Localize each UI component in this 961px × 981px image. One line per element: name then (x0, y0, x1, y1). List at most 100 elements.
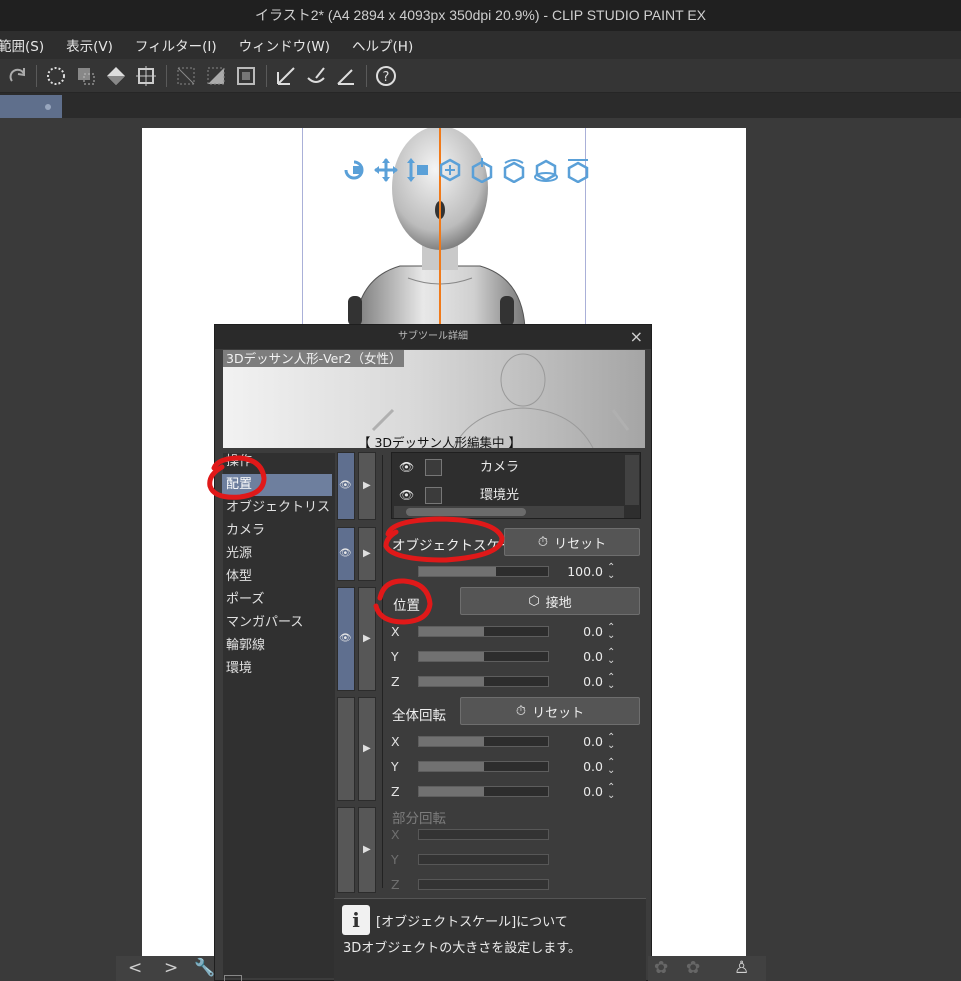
object-rotate-icon[interactable] (498, 155, 530, 185)
help-icon[interactable]: ? (374, 64, 398, 88)
position-label: 位置 (393, 598, 420, 614)
group-visibility-toggle[interactable] (337, 807, 355, 893)
object-scale-slider[interactable] (418, 566, 549, 577)
position-x-slider[interactable] (418, 626, 549, 637)
preview-tool-name: 3Dデッサン人形-Ver2（女性） (223, 350, 405, 367)
deselect-icon[interactable] (234, 64, 258, 88)
fill-selection-icon[interactable] (204, 64, 228, 88)
spin-icon[interactable]: ⌃ ⌄ (607, 673, 615, 691)
category-item[interactable]: オブジェクトリスト (222, 497, 332, 519)
rotation-x-value[interactable]: 0.0 (553, 734, 603, 749)
category-item[interactable]: 環境 (222, 658, 332, 680)
category-item[interactable]: ポーズ (222, 589, 332, 611)
info-icon: i (342, 905, 370, 935)
position-z-slider[interactable] (418, 676, 549, 687)
group-expand-toggle[interactable]: ▶ (358, 452, 376, 520)
position-x-value[interactable]: 0.0 (553, 624, 603, 639)
spin-icon[interactable]: ⌃ ⌄ (607, 758, 615, 776)
camera-rotate-icon[interactable] (338, 155, 370, 185)
group-expand-toggle[interactable]: ▶ (358, 527, 376, 581)
camera-pan-icon[interactable] (370, 155, 402, 185)
layer-icon[interactable]: ✿ (686, 958, 700, 978)
select-all-icon[interactable] (44, 64, 68, 88)
spin-icon[interactable]: ⌃ ⌄ (607, 623, 615, 641)
group-visibility-toggle[interactable] (337, 697, 355, 801)
object-planar-move-icon[interactable] (466, 155, 498, 185)
preview-checkbox[interactable] (224, 975, 242, 981)
figure-icon[interactable]: ♙ (734, 958, 749, 978)
scrollbar-thumb[interactable] (406, 508, 526, 516)
chevron-left-icon[interactable]: < (128, 958, 142, 978)
category-item[interactable]: 光源 (222, 543, 332, 565)
rotation-y-slider[interactable] (418, 761, 549, 772)
menu-filter[interactable]: フィルター(I) (135, 35, 217, 55)
layer-icon[interactable]: ✿ (654, 958, 668, 978)
group-guide-line (382, 455, 383, 888)
ruler-icon[interactable] (334, 64, 358, 88)
spin-icon[interactable]: ⌃ ⌄ (607, 563, 615, 581)
rotation-z-value[interactable]: 0.0 (553, 784, 603, 799)
triangle-right-icon: ▶ (363, 548, 371, 559)
menu-help[interactable]: ヘルプ(H) (352, 35, 413, 55)
rotation-z-slider[interactable] (418, 786, 549, 797)
menu-selection[interactable]: 範囲(S) (0, 35, 44, 55)
tone-icon[interactable] (274, 64, 298, 88)
category-item[interactable]: 輪郭線 (222, 635, 332, 657)
chevron-right-icon[interactable]: > (164, 958, 178, 978)
position-y-value[interactable]: 0.0 (553, 649, 603, 664)
object-list-item[interactable]: 👁 カメラ (392, 454, 626, 481)
object-move-icon[interactable] (434, 155, 466, 185)
category-item[interactable]: 操作 (222, 451, 332, 473)
category-item[interactable]: マンガパース (222, 612, 332, 634)
brush-selection-icon[interactable] (304, 64, 328, 88)
object-rotate-y-icon[interactable] (530, 155, 562, 185)
checkbox[interactable] (425, 459, 442, 476)
group-expand-toggle[interactable]: ▶ (358, 807, 376, 893)
horizontal-scrollbar[interactable] (394, 506, 624, 518)
object-rotate-xz-icon[interactable] (562, 155, 594, 185)
group-visibility-toggle[interactable]: 👁 (337, 452, 355, 520)
menu-view[interactable]: 表示(V) (66, 35, 113, 55)
eye-icon[interactable]: 👁 (399, 482, 414, 509)
fill-icon[interactable] (104, 64, 128, 88)
object-name: カメラ (480, 460, 520, 475)
position-y-slider[interactable] (418, 651, 549, 662)
rotation-x-slider[interactable] (418, 736, 549, 747)
redo-icon[interactable] (6, 64, 30, 88)
spin-icon[interactable]: ⌃ ⌄ (607, 648, 615, 666)
spin-icon[interactable]: ⌃ ⌄ (607, 733, 615, 751)
group-visibility-toggle[interactable]: 👁 (337, 587, 355, 691)
group-expand-toggle[interactable]: ▶ (358, 587, 376, 691)
camera-dolly-icon[interactable] (402, 155, 434, 185)
eye-icon[interactable]: 👁 (399, 454, 414, 481)
object-scale-value[interactable]: 100.0 (553, 564, 603, 579)
partial-rotation-x-slider (418, 829, 549, 840)
rotation-y-value[interactable]: 0.0 (553, 759, 603, 774)
menu-window[interactable]: ウィンドウ(W) (239, 35, 330, 55)
category-item-selected[interactable]: 配置 (222, 474, 332, 496)
object-list-item[interactable]: 👁 環境光 (392, 482, 626, 509)
window-title: イラスト2* (A4 2894 x 4093px 350dpi 20.9%) -… (0, 0, 961, 31)
checkbox[interactable] (425, 487, 442, 504)
canvas-tab[interactable] (0, 95, 62, 118)
canvas-tab-strip (0, 93, 961, 118)
reset-icon: ⏱ (537, 534, 549, 550)
vertical-scrollbar[interactable] (625, 455, 639, 505)
category-item[interactable]: カメラ (222, 520, 332, 542)
spin-icon[interactable]: ⌃ ⌄ (607, 783, 615, 801)
transform-icon[interactable] (74, 64, 98, 88)
wrench-icon[interactable]: 🔧 (194, 958, 215, 978)
axis-label: Z (391, 784, 400, 799)
clear-icon[interactable] (174, 64, 198, 88)
triangle-right-icon: ▶ (363, 743, 371, 754)
button-label: 接地 (545, 595, 572, 611)
close-icon[interactable]: × (630, 327, 643, 346)
group-expand-toggle[interactable]: ▶ (358, 697, 376, 801)
ground-button[interactable]: ⬡ 接地 (460, 587, 640, 615)
group-visibility-toggle[interactable]: 👁 (337, 527, 355, 581)
position-z-value[interactable]: 0.0 (553, 674, 603, 689)
scale-reset-button[interactable]: ⏱ リセット (504, 528, 640, 556)
category-item[interactable]: 体型 (222, 566, 332, 588)
crop-icon[interactable] (134, 64, 158, 88)
rotation-reset-button[interactable]: ⏱ リセット (460, 697, 640, 725)
